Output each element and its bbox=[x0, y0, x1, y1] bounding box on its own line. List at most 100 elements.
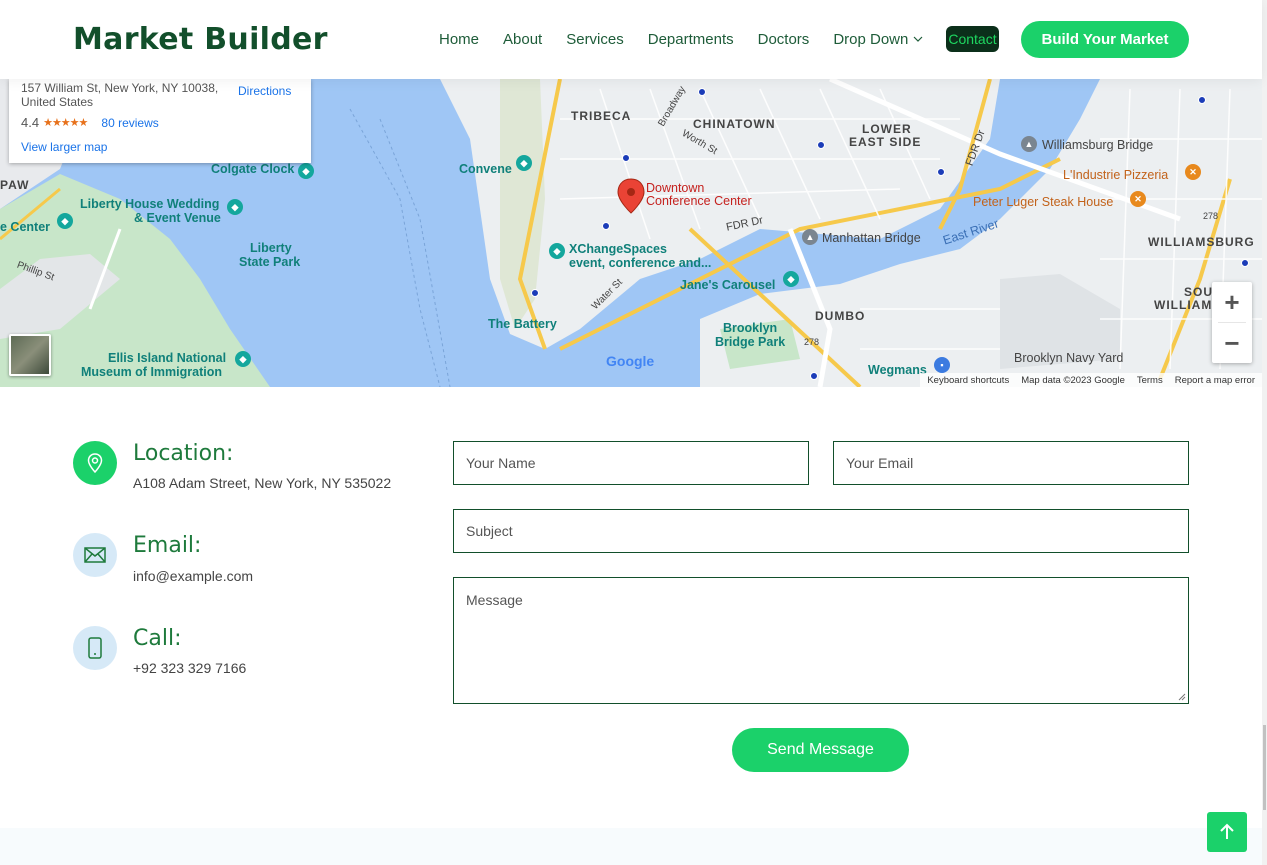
zoom-out-icon[interactable]: − bbox=[1212, 323, 1252, 363]
map-label-east-side: EAST SIDE bbox=[849, 135, 922, 149]
transit-stop-icon bbox=[698, 88, 706, 96]
restaurant-icon: ✕ bbox=[1185, 164, 1201, 180]
zoom-controls: + − bbox=[1212, 282, 1252, 363]
call-title: Call: bbox=[133, 626, 182, 651]
build-market-button[interactable]: Build Your Market bbox=[1021, 21, 1189, 58]
message-placeholder: Message bbox=[466, 592, 523, 608]
bridge-icon: ▲ bbox=[1021, 136, 1037, 152]
satellite-toggle[interactable] bbox=[9, 334, 51, 376]
nav-doctors[interactable]: Doctors bbox=[746, 31, 822, 48]
map-place-card: 157 William St, New York, NY 10038, Unit… bbox=[9, 79, 311, 163]
back-to-top-button[interactable] bbox=[1207, 812, 1247, 852]
envelope-icon bbox=[73, 533, 117, 577]
transit-stop-icon bbox=[1241, 259, 1249, 267]
transit-stop-icon bbox=[622, 154, 630, 162]
transit-stop-icon bbox=[1198, 96, 1206, 104]
map-label-navy-yard: Brooklyn Navy Yard bbox=[1014, 351, 1124, 365]
map-label-ellis-2: Museum of Immigration bbox=[81, 365, 222, 379]
subject-input[interactable]: Subject bbox=[453, 509, 1189, 553]
keyboard-shortcuts-link[interactable]: Keyboard shortcuts bbox=[927, 375, 1009, 386]
google-logo: Google bbox=[606, 353, 654, 369]
map-label-paw: PAW bbox=[0, 178, 30, 192]
map-label-janes: Jane's Carousel bbox=[680, 278, 776, 292]
rating-stars: ★★★★★ bbox=[43, 117, 88, 129]
map-label-center: e Center bbox=[0, 220, 51, 234]
report-error-link[interactable]: Report a map error bbox=[1175, 375, 1255, 386]
map-label-brooklyn-park: Brooklyn bbox=[723, 321, 778, 335]
landmark-icon: ◆ bbox=[516, 155, 532, 171]
nav-departments[interactable]: Departments bbox=[636, 31, 746, 48]
brand-logo[interactable]: Market Builder bbox=[73, 22, 328, 57]
arrow-up-icon bbox=[1220, 823, 1234, 839]
landmark-icon: ◆ bbox=[57, 213, 73, 229]
map-label-williamsburg-bridge: Williamsburg Bridge bbox=[1042, 138, 1154, 152]
map-label-williamsburg: WILLIAMSBURG bbox=[1148, 235, 1255, 249]
map-label-battery: The Battery bbox=[488, 317, 557, 331]
map-data-text: Map data ©2023 Google bbox=[1021, 374, 1125, 386]
map-label-peter-luger: Peter Luger Steak House bbox=[973, 195, 1114, 209]
landmark-icon: ◆ bbox=[298, 163, 314, 179]
page: Market Builder Home About Services Depar… bbox=[0, 0, 1267, 865]
map-label-route-278b: 278 bbox=[804, 337, 820, 347]
map-label-manhattan-bridge: Manhattan Bridge bbox=[822, 231, 921, 245]
map-label-liberty-wedding: Liberty House Wedding bbox=[80, 197, 220, 211]
nav-services[interactable]: Services bbox=[554, 31, 636, 48]
landmark-icon: ◆ bbox=[235, 351, 251, 367]
email-title: Email: bbox=[133, 533, 202, 558]
map-label-chinatown: CHINATOWN bbox=[693, 117, 776, 131]
map-label-tribeca: TRIBECA bbox=[571, 109, 632, 123]
map-attribution: Keyboard shortcuts Map data ©2023 Google… bbox=[920, 373, 1262, 387]
name-input[interactable]: Your Name bbox=[453, 441, 809, 485]
directions-link[interactable]: Directions bbox=[238, 84, 291, 98]
map-label-lindustrie: L'Industrie Pizzeria bbox=[1063, 168, 1169, 182]
site-header: Market Builder Home About Services Depar… bbox=[0, 0, 1262, 79]
transit-stop-icon bbox=[817, 141, 825, 149]
transit-stop-icon bbox=[937, 168, 945, 176]
location-info: Location: A108 Adam Street, New York, NY… bbox=[73, 441, 413, 501]
view-larger-map-link[interactable]: View larger map bbox=[21, 140, 107, 154]
map-label-colgate: Colgate Clock bbox=[211, 162, 295, 176]
nav-home[interactable]: Home bbox=[427, 31, 491, 48]
rating-value: 4.4 bbox=[21, 115, 40, 130]
nav-dropdown-label: Drop Down bbox=[833, 30, 909, 48]
map-label-xchange-2: event, conference and... bbox=[569, 256, 712, 270]
scrollbar-thumb[interactable] bbox=[1263, 725, 1266, 810]
landmark-icon: ◆ bbox=[783, 271, 799, 287]
nav-dropdown[interactable]: Drop Down bbox=[821, 31, 936, 48]
terms-link[interactable]: Terms bbox=[1137, 375, 1163, 386]
send-message-button[interactable]: Send Message bbox=[732, 728, 909, 772]
place-address: 157 William St, New York, NY 10038, Unit… bbox=[21, 81, 219, 109]
call-info: Call: +92 323 329 7166 bbox=[73, 626, 413, 686]
call-text: +92 323 329 7166 bbox=[133, 660, 247, 676]
transit-stop-icon bbox=[602, 222, 610, 230]
map-label-convene: Convene bbox=[459, 162, 512, 176]
landmark-icon: ◆ bbox=[227, 199, 243, 215]
location-text: A108 Adam Street, New York, NY 535022 bbox=[133, 475, 392, 491]
phone-icon bbox=[73, 626, 117, 670]
nav-contact[interactable]: Contact bbox=[946, 26, 999, 52]
email-input[interactable]: Your Email bbox=[833, 441, 1189, 485]
resize-grip-icon[interactable] bbox=[1178, 693, 1186, 701]
shopping-cart-icon: ▪ bbox=[934, 357, 950, 373]
map-label-ellis: Ellis Island National bbox=[108, 351, 227, 365]
map-label-sou: SOU bbox=[1184, 285, 1214, 299]
map-label-liberty-park: Liberty bbox=[250, 241, 292, 255]
restaurant-icon: ✕ bbox=[1130, 191, 1146, 207]
zoom-in-icon[interactable]: + bbox=[1212, 282, 1252, 322]
message-textarea[interactable]: Message bbox=[453, 577, 1189, 704]
map-label-xchange: XChangeSpaces bbox=[569, 242, 667, 256]
map-label-liberty-wedding-2: & Event Venue bbox=[134, 211, 221, 225]
nav-about[interactable]: About bbox=[491, 31, 554, 48]
footer-strip bbox=[0, 828, 1262, 865]
map-label-route-278: 278 bbox=[1203, 211, 1219, 221]
map-label-dumbo: DUMBO bbox=[815, 309, 866, 323]
map-label-lower: LOWER bbox=[862, 122, 912, 136]
transit-stop-icon bbox=[810, 372, 818, 380]
location-title: Location: bbox=[133, 441, 234, 466]
google-map[interactable]: TRIBECA CHINATOWN LOWER EAST SIDE WILLIA… bbox=[0, 79, 1262, 387]
reviews-link[interactable]: 80 reviews bbox=[101, 116, 158, 130]
map-pin-icon bbox=[73, 441, 117, 485]
transit-stop-icon bbox=[531, 289, 539, 297]
bridge-icon: ▲ bbox=[802, 229, 818, 245]
map-label-william: WILLIAM bbox=[1154, 298, 1213, 312]
